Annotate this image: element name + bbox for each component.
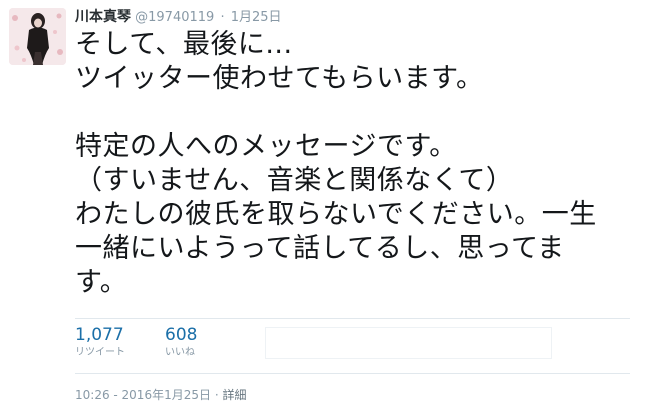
- tweet-text: そして、最後に... ツイッター使わせてもらいます。 特定の人へのメッセージです…: [75, 28, 635, 300]
- author-name[interactable]: 川本真琴: [75, 9, 131, 25]
- tweet-header: 川本真琴 @19740119 · 1月25日: [75, 7, 282, 27]
- author-username[interactable]: @19740119: [135, 10, 214, 25]
- details-link[interactable]: 詳細: [222, 388, 246, 402]
- retweet-label: リツイート: [75, 347, 125, 358]
- stats-divider-top: [75, 318, 630, 319]
- tweet-text-line: す。: [75, 267, 128, 298]
- tweet-timestamp[interactable]: 10:26 - 2016年1月25日: [75, 388, 211, 402]
- tweet-text-line: （すいません、音楽と関係なくて）: [75, 165, 514, 196]
- tweet-text-line: 一緒にいようって話してるし、思ってま: [75, 233, 565, 264]
- tweet-text-line: ツイッター使わせてもらいます。: [75, 63, 484, 94]
- header-separator: ·: [220, 10, 225, 25]
- tweet-text-line: 特定の人へのメッセージです。: [75, 131, 457, 162]
- avatar[interactable]: [9, 8, 66, 65]
- tweet-text-line: わたしの彼氏を取らないでください。一生: [75, 199, 597, 230]
- tweet-text-line: [75, 96, 635, 130]
- avatar-image: [9, 8, 66, 65]
- retweet-count: 1,077: [75, 325, 124, 345]
- tweet-card: 川本真琴 @19740119 · 1月25日 そして、最後に... ツイッター使…: [0, 0, 645, 418]
- footer-separator: ·: [214, 388, 219, 402]
- avatar-row-placeholder: [265, 327, 552, 359]
- like-label: いいね: [165, 347, 195, 358]
- tweet-footer: 10:26 - 2016年1月25日 · 詳細: [75, 387, 247, 403]
- like-stat[interactable]: 608 いいね: [165, 325, 197, 360]
- retweet-stat[interactable]: 1,077 リツイート: [75, 325, 125, 360]
- tweet-date-link[interactable]: 1月25日: [231, 10, 282, 25]
- like-count: 608: [165, 325, 198, 345]
- stats-divider-bottom: [75, 373, 630, 374]
- tweet-text-line: そして、最後に...: [75, 29, 293, 60]
